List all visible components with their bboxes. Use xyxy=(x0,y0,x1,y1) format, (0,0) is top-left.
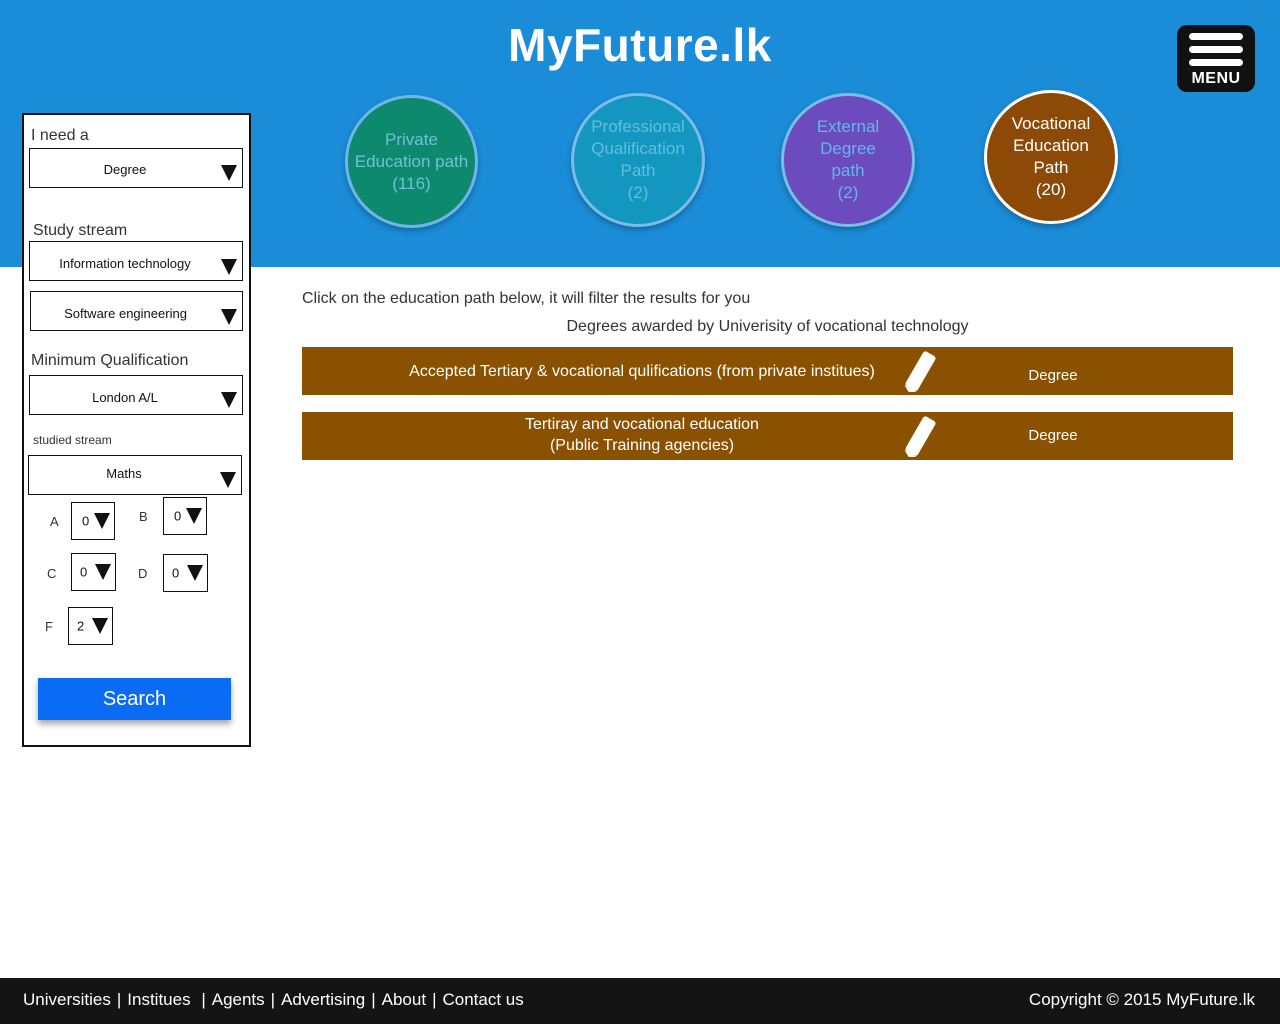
copyright: Copyright © 2015 MyFuture.lk xyxy=(1028,990,1255,1009)
dropdown-arrow-icon xyxy=(221,309,237,325)
footer-link-institues[interactable]: Institues xyxy=(127,990,190,1009)
path-vocational-education[interactable]: Vocational Education Path (20) xyxy=(984,90,1118,224)
path-count: (20) xyxy=(1035,180,1067,199)
stream-select[interactable]: Information technology xyxy=(29,241,243,281)
result-path-line: Tertiray and vocational education xyxy=(525,416,759,433)
grade-d-value: 0 xyxy=(172,565,180,581)
grade-f-label: F xyxy=(45,619,53,634)
path-count: (116) xyxy=(392,173,431,193)
footer-link-about[interactable]: About xyxy=(382,990,426,1009)
path-label: Education xyxy=(1013,136,1089,155)
dropdown-arrow-icon xyxy=(92,618,108,634)
footer-link-advertising[interactable]: Advertising xyxy=(281,990,365,1009)
path-external-degree[interactable]: External Degree path (2) xyxy=(781,93,915,227)
path-label: Education path xyxy=(354,151,469,171)
grade-c-value: 0 xyxy=(80,564,88,580)
intro-text: Click on the education path below, it wi… xyxy=(302,290,751,307)
path-private-education[interactable]: Private Education path (116) xyxy=(345,95,478,228)
grade-a-label: A xyxy=(50,514,59,529)
dropdown-arrow-icon xyxy=(220,472,236,488)
result-award: Degree xyxy=(1028,427,1078,444)
dropdown-arrow-icon xyxy=(95,564,111,580)
separator: | xyxy=(116,990,122,1009)
footer-links: Universities | Institues | Agents | Advertisi… xyxy=(23,990,524,1010)
path-count: (2) xyxy=(837,183,859,202)
path-label: Path xyxy=(620,161,656,180)
pencil-icon[interactable] xyxy=(900,414,940,460)
path-label: Path xyxy=(1033,158,1069,177)
grade-b-value: 0 xyxy=(174,508,182,524)
result-path: Accepted Tertiary & vocational qulificat… xyxy=(382,361,902,382)
menu-label: MENU xyxy=(1191,70,1241,87)
path-professional-qualification[interactable]: Professional Qualification Path (2) xyxy=(571,93,705,227)
substream-value: Software engineering xyxy=(64,306,187,321)
grade-d-select[interactable]: 0 xyxy=(163,554,208,592)
path-label: Degree xyxy=(820,139,876,158)
grade-f-select[interactable]: 2 xyxy=(68,607,113,645)
grade-b-select[interactable]: 0 xyxy=(163,497,207,535)
result-path: Tertiray and vocational education (Publi… xyxy=(382,414,902,456)
min-qual-label: Minimum Qualification xyxy=(31,352,189,369)
path-count: (2) xyxy=(627,183,649,202)
grade-c-select[interactable]: 0 xyxy=(71,553,116,591)
need-select[interactable]: Degree xyxy=(29,148,243,188)
site-logo[interactable]: MyFuture.lk xyxy=(0,18,1280,72)
result-path-line: Accepted Tertiary & vocational qulificat… xyxy=(409,363,875,380)
dropdown-arrow-icon xyxy=(221,392,237,408)
grade-a-value: 0 xyxy=(82,513,90,529)
dropdown-arrow-icon xyxy=(221,165,237,181)
studied-value: Maths xyxy=(106,466,142,481)
footer-link-agents[interactable]: Agents xyxy=(212,990,265,1009)
dropdown-arrow-icon xyxy=(94,513,110,529)
need-label: I need a xyxy=(31,127,89,144)
path-label: Private xyxy=(385,129,438,149)
dropdown-arrow-icon xyxy=(186,508,202,524)
grade-f-value: 2 xyxy=(77,618,85,634)
stream-value: Information technology xyxy=(59,256,191,271)
path-label: Qualification xyxy=(591,139,685,158)
studied-label: studied stream xyxy=(33,433,112,447)
results-subtitle: Degrees awarded by Univerisity of vocati… xyxy=(566,318,969,335)
footer: Universities | Institues | Agents | Advertisi… xyxy=(0,978,1280,1024)
separator: | xyxy=(371,990,376,1009)
footer-link-contact[interactable]: Contact us xyxy=(442,990,523,1009)
dropdown-arrow-icon xyxy=(221,259,237,275)
separator: | xyxy=(196,990,206,1009)
search-button[interactable]: Search xyxy=(38,678,231,720)
result-row[interactable]: Tertiray and vocational education (Publi… xyxy=(302,412,1233,460)
path-label: path xyxy=(831,161,865,180)
substream-select[interactable]: Software engineering xyxy=(30,291,243,331)
min-qual-value: London A/L xyxy=(92,390,158,405)
path-label: External xyxy=(816,117,880,136)
separator: | xyxy=(270,990,276,1009)
pencil-icon[interactable] xyxy=(900,349,940,395)
result-row[interactable]: Accepted Tertiary & vocational qulificat… xyxy=(302,347,1233,395)
result-path-line: (Public Training agencies) xyxy=(549,437,735,454)
separator: | xyxy=(432,990,437,1009)
grade-a-select[interactable]: 0 xyxy=(71,502,115,540)
grade-c-label: C xyxy=(47,566,57,581)
footer-link-universities[interactable]: Universities xyxy=(23,990,111,1009)
menu-button[interactable]: MENU xyxy=(1177,25,1255,92)
path-label: Professional xyxy=(591,117,685,136)
menu-icon-bar xyxy=(1189,46,1243,53)
min-qual-select[interactable]: London A/L xyxy=(29,375,243,415)
grade-b-label: B xyxy=(139,509,148,524)
studied-select[interactable]: Maths xyxy=(28,455,242,495)
path-label: Vocational xyxy=(1011,114,1091,133)
menu-icon-bar xyxy=(1189,59,1243,66)
stream-label: Study stream xyxy=(33,222,128,239)
menu-icon xyxy=(1189,33,1243,40)
grade-d-label: D xyxy=(138,566,148,581)
need-value: Degree xyxy=(103,162,147,177)
dropdown-arrow-icon xyxy=(187,565,203,581)
result-award: Degree xyxy=(1028,367,1078,384)
filter-panel xyxy=(22,113,251,747)
